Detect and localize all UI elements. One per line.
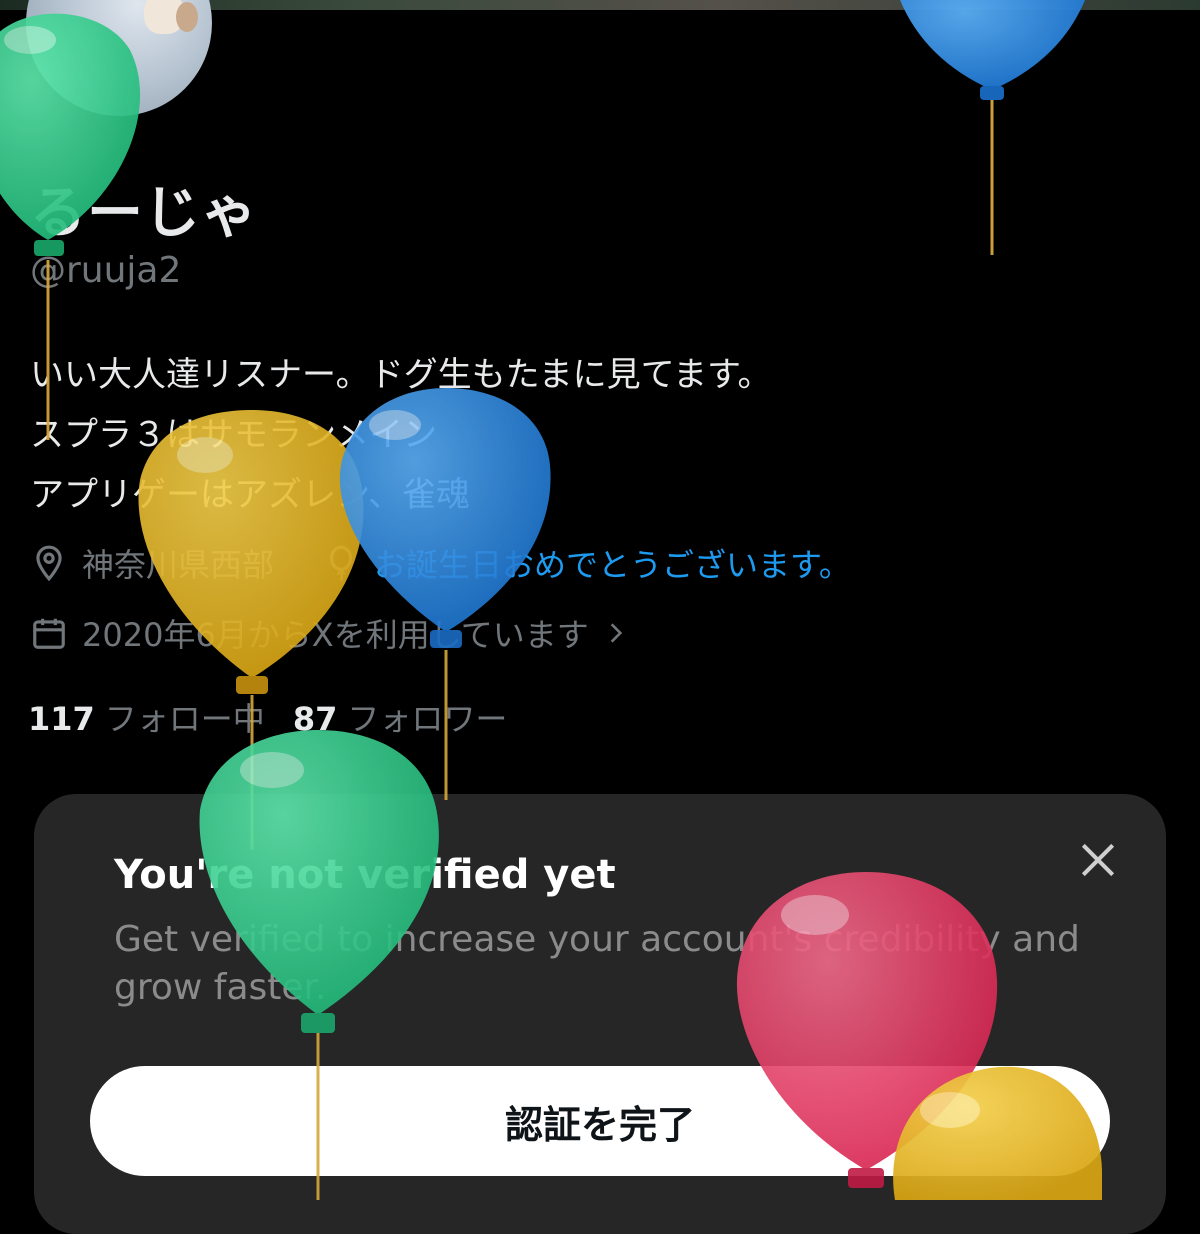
handle: @ruuja2 [30,250,182,291]
location-pin-icon [36,545,62,582]
close-icon[interactable] [1076,838,1120,882]
joined-row[interactable]: 2020年6月からXを利用しています [30,610,629,656]
avatar[interactable] [26,0,212,116]
chevron-right-icon [610,623,622,643]
profile-meta-row: 神奈川県西部 お誕生日おめでとうございます。 [30,540,851,586]
display-name: るーじゃ [30,181,258,246]
following-label: フォロー中 [104,700,265,738]
following-link[interactable]: 117 フォロー中 [28,694,265,740]
follow-stats: 117 フォロー中 87 フォロワー [28,694,507,740]
followers-count: 87 [292,700,338,738]
followers-link[interactable]: 87 フォロワー [293,694,508,740]
verify-card-subtitle: Get verified to increase your account's … [114,919,1080,1008]
balloon-blue-top [900,0,1085,255]
birthday-text: お誕生日おめでとうございます。 [374,546,851,584]
verify-card: You're not verified yet Get verified to … [34,794,1166,1234]
location-text: 神奈川県西部 [82,546,275,584]
balloon-icon [329,545,353,581]
bio: いい大人達リスナー。ドグ生もたまに見てます。 スプラ３はサモランメイン アプリゲ… [30,355,772,515]
following-count: 117 [28,700,95,738]
complete-verification-button[interactable]: 認証を完了 [90,1066,1110,1176]
followers-label: フォロワー [347,700,508,738]
joined-text: 2020年6月からXを利用しています [82,616,589,654]
calendar-icon [33,618,65,649]
verify-card-title: You're not verified yet [114,852,616,898]
